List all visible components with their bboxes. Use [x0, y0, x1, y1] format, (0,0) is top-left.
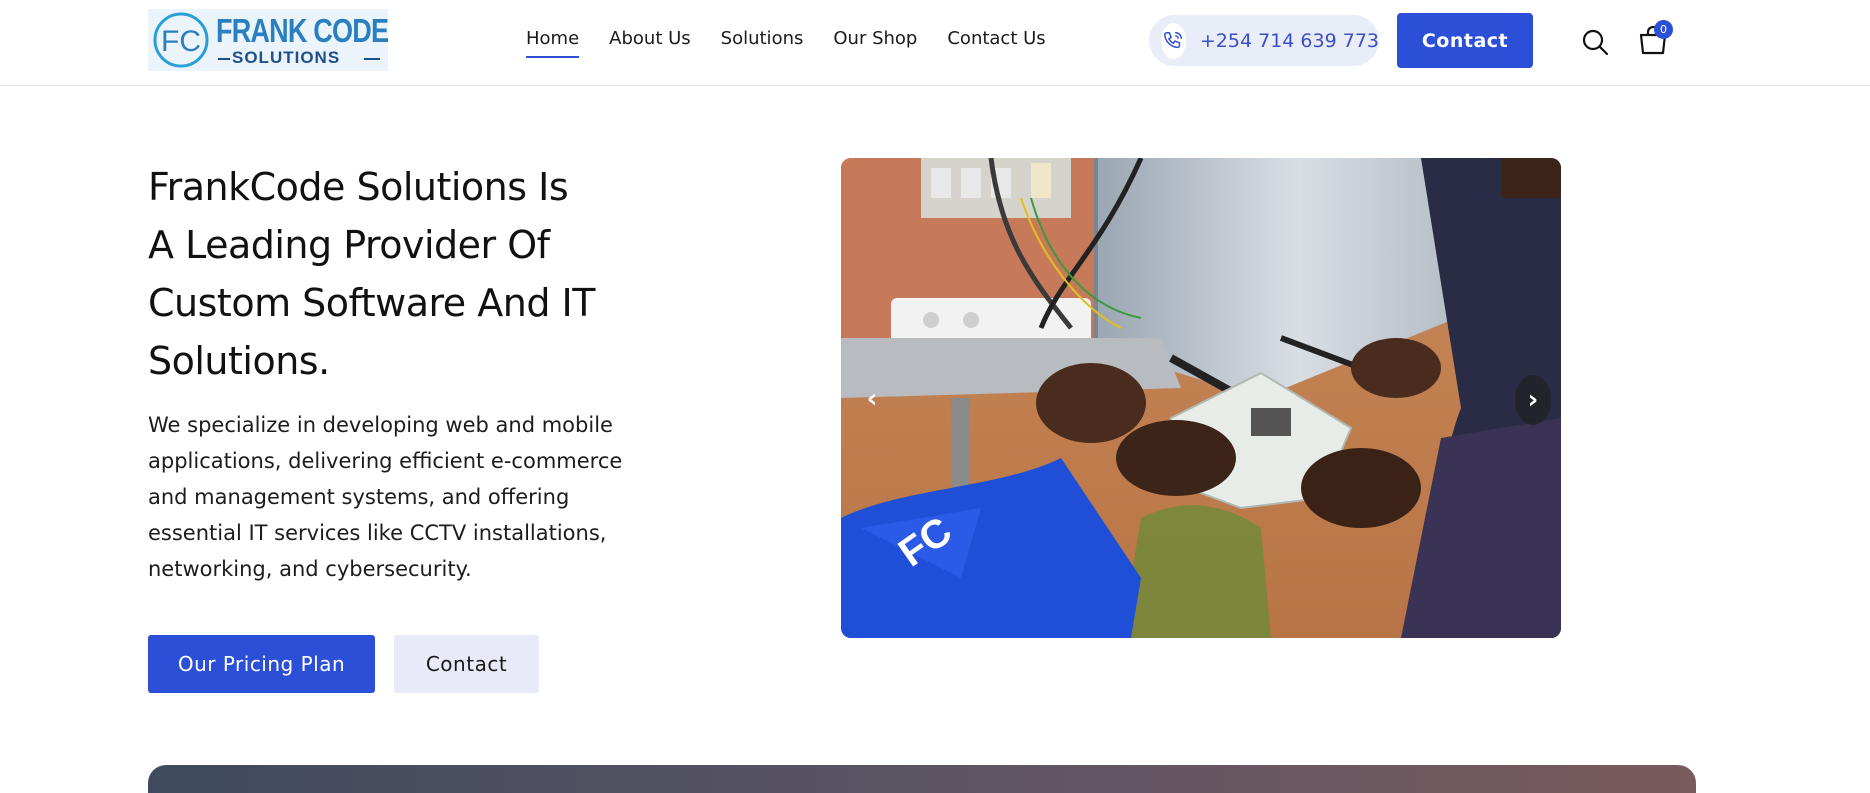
nav-item-our-shop[interactable]: Our Shop: [833, 28, 917, 49]
phone-link[interactable]: +254 714 639 773: [1149, 15, 1379, 66]
logo-title: FRANK CODE: [216, 12, 389, 49]
hero-title-line: FrankCode Solutions Is: [148, 165, 569, 209]
site-header: FC FRANK CODE SOLUTIONS Home About Us So…: [0, 0, 1870, 86]
hero-title: FrankCode Solutions Is A Leading Provide…: [148, 158, 668, 390]
logo-mark-icon: FC: [153, 12, 209, 68]
cart-count-badge: 0: [1654, 20, 1673, 39]
phone-icon: [1161, 22, 1186, 59]
logo-divider-right: [364, 58, 380, 60]
hero-title-line: Custom Software And IT: [148, 281, 595, 325]
hero-title-line: A Leading Provider Of: [148, 223, 550, 267]
hero-image-slider[interactable]: FC: [841, 158, 1561, 638]
nav-item-home[interactable]: Home: [526, 28, 580, 58]
logo-divider-left: [218, 58, 230, 60]
logo[interactable]: FC FRANK CODE SOLUTIONS: [148, 9, 389, 71]
nav-item-solutions[interactable]: Solutions: [721, 28, 804, 49]
slider-prev-arrow[interactable]: ‹: [855, 375, 889, 423]
technicians-fiber-splicing-photo: FC: [841, 158, 1561, 638]
hero-title-line: Solutions.: [148, 339, 330, 383]
main-nav: Home About Us Solutions Our Shop Contact…: [526, 28, 1076, 58]
hero-contact-button[interactable]: Contact: [394, 635, 539, 693]
search-icon[interactable]: [1581, 28, 1609, 56]
nav-item-contact-us[interactable]: Contact Us: [947, 28, 1045, 49]
hero-description: We specialize in developing web and mobi…: [148, 413, 623, 581]
stats-banner: [148, 765, 1696, 793]
logo-subtitle: SOLUTIONS: [232, 48, 341, 67]
header-contact-button[interactable]: Contact: [1397, 13, 1533, 68]
nav-item-about-us[interactable]: About Us: [609, 28, 691, 49]
slider-next-arrow[interactable]: ›: [1515, 375, 1551, 425]
logo-mark-text: FC: [161, 25, 201, 58]
pricing-plan-button[interactable]: Our Pricing Plan: [148, 635, 375, 693]
phone-number: +254 714 639 773: [1199, 29, 1379, 52]
